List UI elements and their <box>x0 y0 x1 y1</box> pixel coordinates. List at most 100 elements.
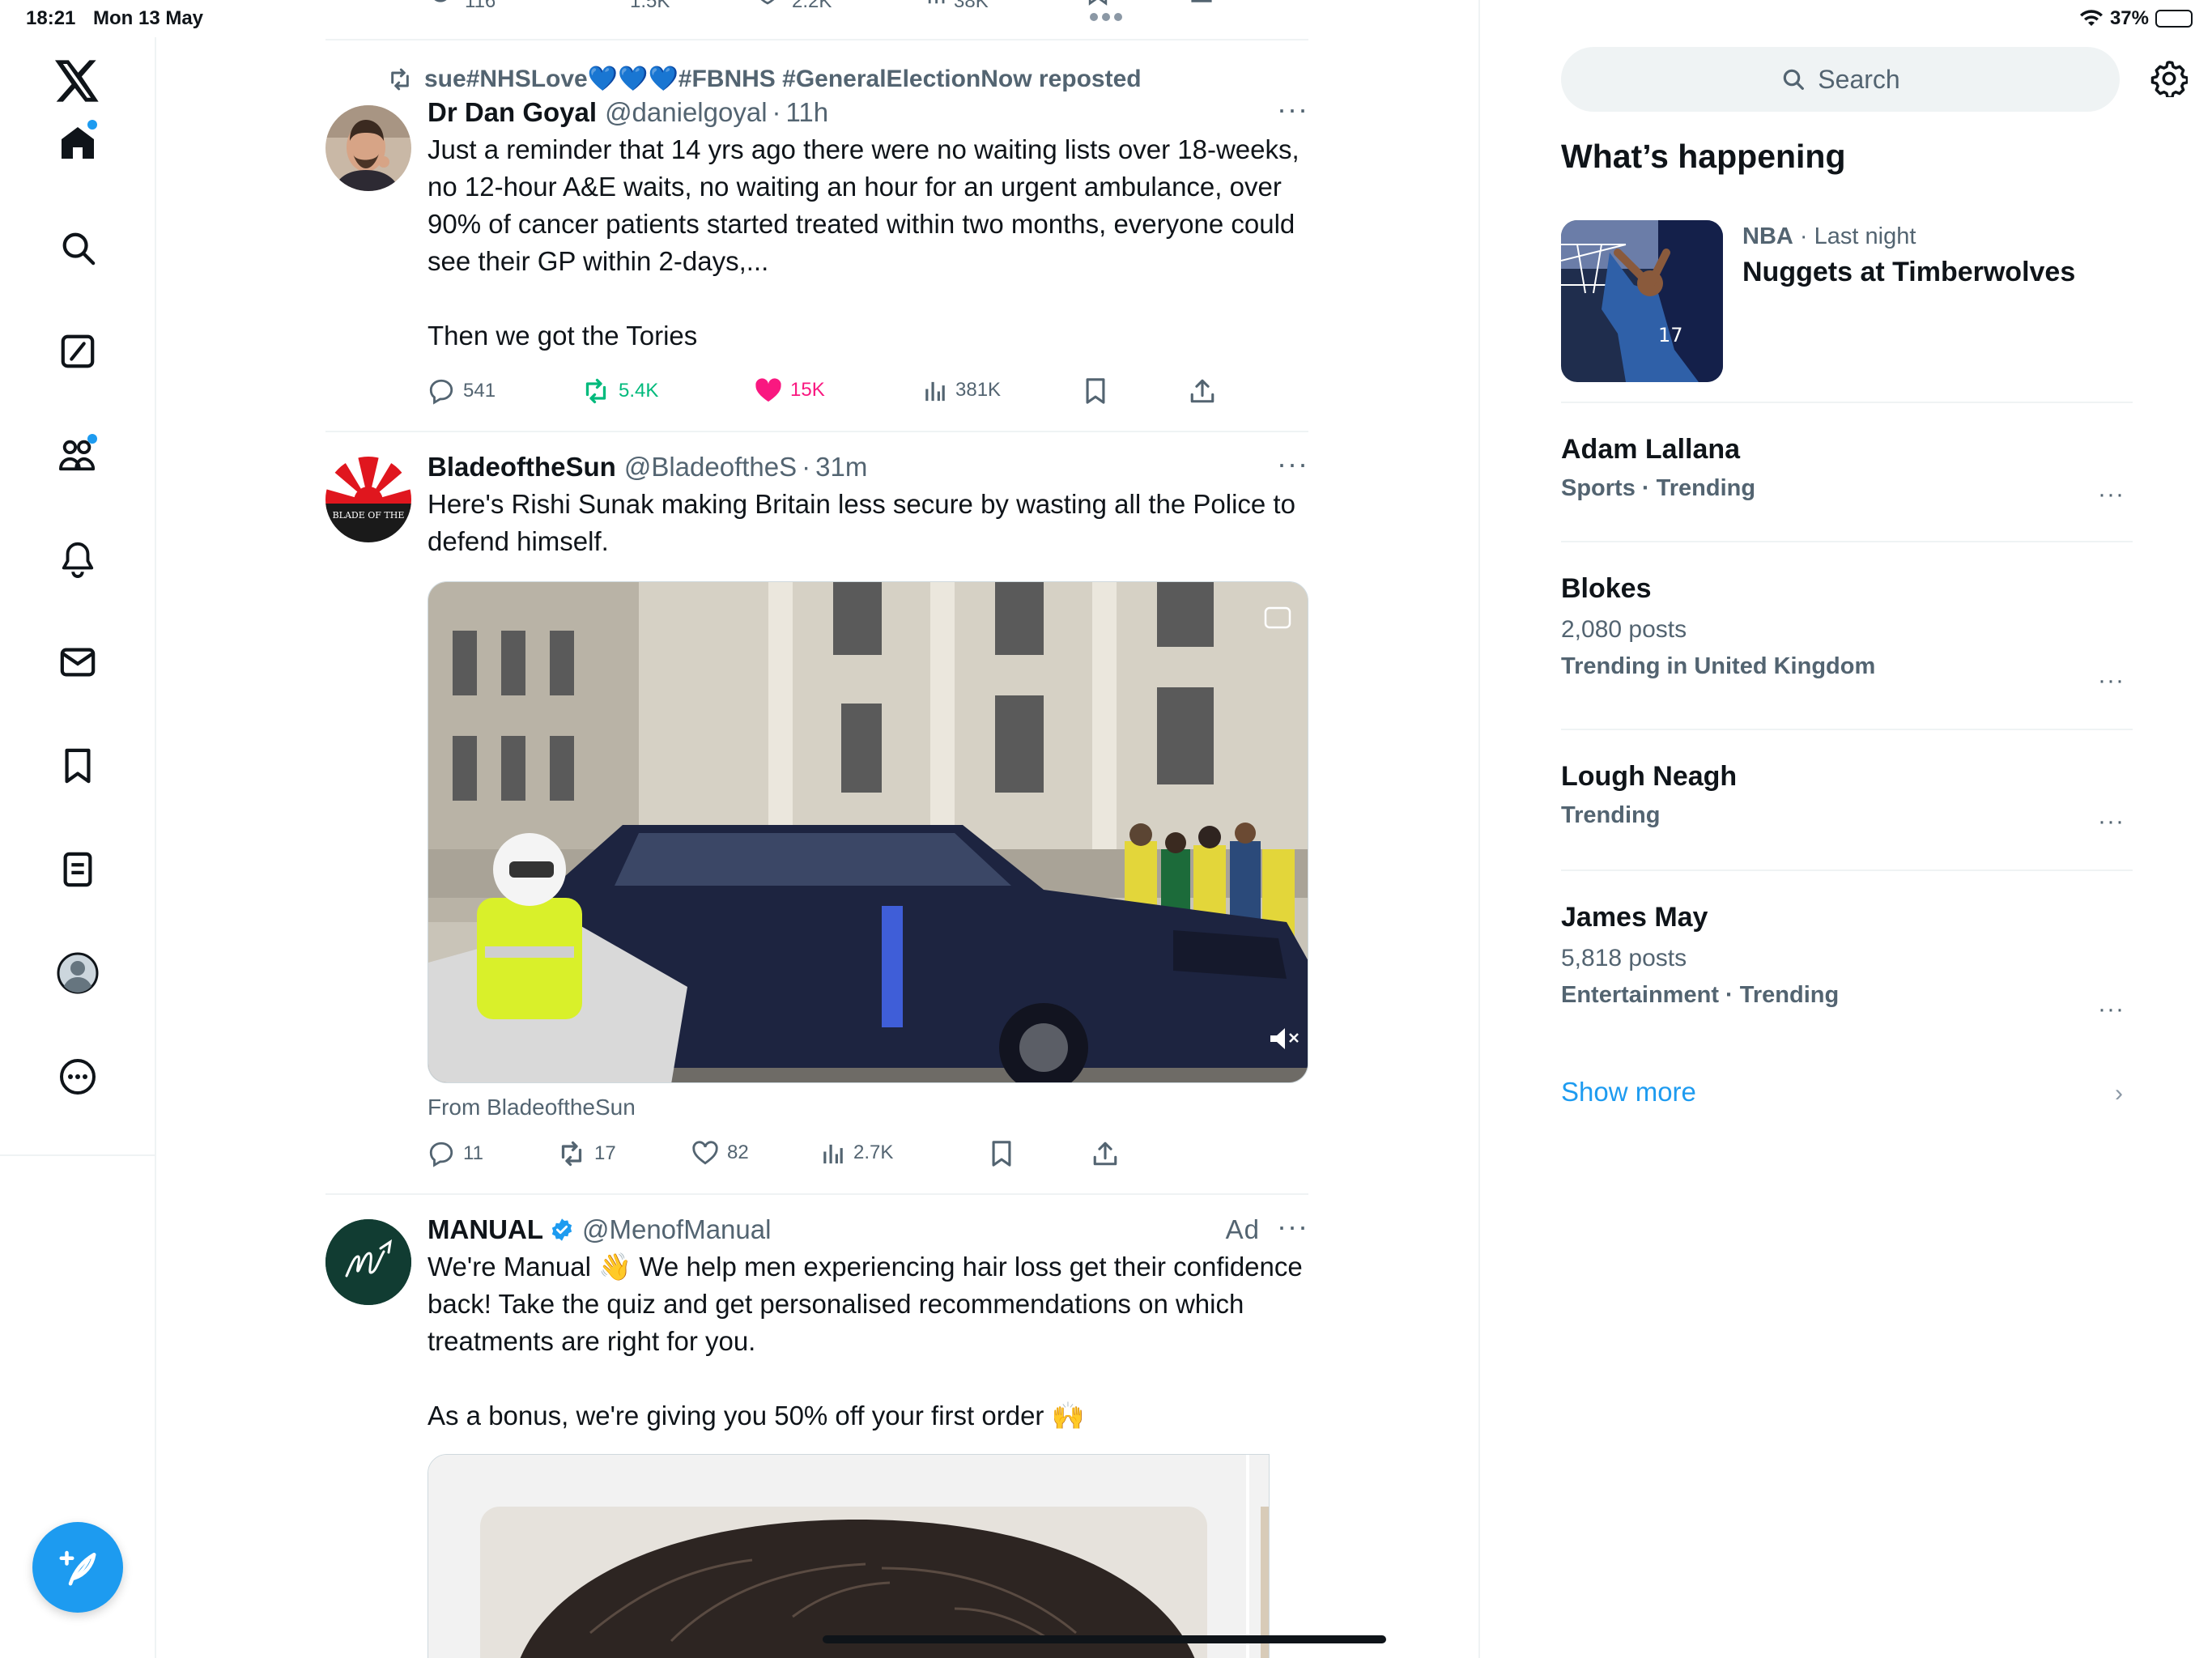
repost-button[interactable]: 5.4K <box>581 377 658 405</box>
ad-card-image[interactable] <box>428 1454 1270 1658</box>
header-separator: · <box>802 452 811 482</box>
manual-logo-icon <box>325 1219 411 1305</box>
trend-more-icon[interactable]: ··· <box>2098 808 2125 835</box>
divider <box>1561 541 2133 542</box>
tweet[interactable]: sue#NHSLove💙💙💙#FBNHS #GeneralElectionNow… <box>325 40 1308 432</box>
author-name[interactable]: BladeoftheSun <box>428 452 616 483</box>
bookmark-icon <box>992 1141 1011 1167</box>
featured-meta: NBA · Last night <box>1742 223 1916 250</box>
trend-more-icon[interactable]: ··· <box>2098 481 2125 508</box>
reply-button[interactable]: 11 <box>428 1140 483 1167</box>
trend-name: James May <box>1561 902 1708 933</box>
previous-reply-count: 116 <box>465 0 496 12</box>
share-button[interactable] <box>1091 1140 1119 1167</box>
bookmark-button[interactable] <box>1083 377 1108 405</box>
home-indicator[interactable] <box>823 1635 1386 1643</box>
views-button[interactable]: 2.7K <box>821 1140 893 1166</box>
featured-when: Last night <box>1814 223 1916 249</box>
author-handle[interactable]: @MenofManual <box>582 1214 771 1245</box>
ad-tweet[interactable]: MANUAL @MenofManual Ad ··· We're Manual … <box>325 1195 1308 1658</box>
video-source[interactable]: From BladeoftheSun <box>428 1095 636 1120</box>
verified-badge-icon <box>550 1218 574 1242</box>
home-icon[interactable] <box>53 118 102 167</box>
tweet-text: We're Manual 👋 We help men experiencing … <box>428 1252 1303 1431</box>
views-icon <box>925 381 945 402</box>
trend-more-icon[interactable]: ··· <box>2098 667 2125 695</box>
communities-icon[interactable] <box>53 431 102 479</box>
tweet-more-icon[interactable]: ··· <box>1277 447 1308 481</box>
like-count: 15K <box>790 379 825 401</box>
grok-icon[interactable] <box>53 327 102 376</box>
trend-post-count: 2,080 posts <box>1561 616 1687 643</box>
avatar[interactable] <box>325 105 411 191</box>
featured-trend[interactable]: 17 NBA · Last night Nuggets at Timberwol… <box>1561 220 2133 382</box>
trend-name: Lough Neagh <box>1561 761 1738 792</box>
x-logo-icon[interactable] <box>53 57 102 105</box>
repost-icon <box>585 378 606 404</box>
timeline[interactable]: 116 1.5K 2.2K 38K sue#NHSLove💙💙💙#FBNHS #… <box>325 0 1308 1658</box>
search-input[interactable]: Search <box>1561 47 2120 112</box>
author-handle[interactable]: @danielgoyal <box>605 97 767 128</box>
repost-icon[interactable] <box>593 0 620 8</box>
trend-meta: Trending <box>1561 802 1661 828</box>
trend-item[interactable]: Blokes 2,080 posts Trending in United Ki… <box>1561 573 2133 694</box>
lists-icon[interactable] <box>53 845 102 894</box>
share-icon[interactable] <box>1190 0 1213 8</box>
tweet-video[interactable] <box>428 581 1308 1083</box>
settings-gear-icon[interactable] <box>2150 60 2188 97</box>
compose-post-button[interactable] <box>32 1522 123 1613</box>
bookmark-icon[interactable] <box>1087 0 1109 8</box>
reply-icon[interactable] <box>428 0 453 8</box>
notification-dot <box>87 120 97 130</box>
repost-button[interactable]: 17 <box>557 1140 616 1167</box>
tweet[interactable]: BLADE OF THE BladeoftheSun @BladeoftheS … <box>325 432 1308 1195</box>
trend-name: Adam Lallana <box>1561 434 1741 465</box>
author-name[interactable]: MANUAL <box>428 1214 543 1245</box>
section-heading: What’s happening <box>1561 138 1846 175</box>
explore-icon[interactable] <box>53 223 102 272</box>
notification-dot <box>87 434 97 444</box>
more-options-icon[interactable] <box>53 1052 102 1101</box>
bookmark-button[interactable] <box>989 1140 1014 1167</box>
reply-button[interactable]: 541 <box>428 377 496 405</box>
like-button[interactable]: 15K <box>755 377 825 403</box>
clock: 18:21 <box>26 7 76 29</box>
author-name[interactable]: Dr Dan Goyal <box>428 97 597 128</box>
bookmarks-icon[interactable] <box>53 742 102 790</box>
share-button[interactable] <box>1189 377 1216 405</box>
header-separator: · <box>772 97 781 127</box>
ad-label: Ad <box>1225 1214 1260 1244</box>
tweet-time[interactable]: 31m <box>815 452 867 483</box>
views-icon[interactable] <box>926 0 949 8</box>
trend-item[interactable]: Lough Neagh Trending ··· <box>1561 761 2133 835</box>
reply-icon <box>429 1141 453 1167</box>
avatar[interactable]: BLADE OF THE <box>325 457 411 542</box>
show-more-link[interactable]: Show more <box>1561 1077 1696 1107</box>
reposted-by-text[interactable]: sue#NHSLove💙💙💙#FBNHS #GeneralElectionNow… <box>424 65 1142 93</box>
tweet-header: MANUAL @MenofManual <box>428 1214 1308 1245</box>
like-button[interactable]: 82 <box>691 1140 749 1166</box>
repost-small-icon <box>391 68 409 90</box>
tweet-time[interactable]: 11h <box>786 97 829 128</box>
heart-filled-icon <box>755 378 781 402</box>
repost-icon <box>561 1141 582 1167</box>
previous-view-count: 38K <box>954 0 989 12</box>
tweet-more-icon[interactable]: ··· <box>1277 1209 1308 1244</box>
tweet-body: BladeoftheSun @BladeoftheS · 31m ··· Her… <box>428 447 1308 560</box>
trend-more-icon[interactable]: ··· <box>2098 996 2125 1023</box>
compose-feather-icon <box>59 1550 96 1586</box>
view-count: 381K <box>955 379 1002 401</box>
tweet-more-icon[interactable]: ··· <box>1277 92 1308 126</box>
author-handle[interactable]: @BladeoftheS <box>624 452 797 483</box>
avatar[interactable] <box>325 1219 411 1305</box>
profile-avatar-icon[interactable] <box>53 949 102 997</box>
like-icon[interactable] <box>755 0 781 8</box>
notifications-bell-icon[interactable] <box>53 534 102 583</box>
trend-meta: Sports · Trending <box>1561 475 1756 501</box>
messages-envelope-icon[interactable] <box>53 638 102 687</box>
loading-dots-icon <box>1088 11 1124 23</box>
trend-item[interactable]: Adam Lallana Sports · Trending ··· <box>1561 434 2133 508</box>
views-button[interactable]: 381K <box>923 377 1001 403</box>
trend-item[interactable]: James May 5,818 posts Entertainment · Tr… <box>1561 902 2133 1022</box>
reposted-by-line: sue#NHSLove💙💙💙#FBNHS #GeneralElectionNow… <box>387 65 1142 93</box>
